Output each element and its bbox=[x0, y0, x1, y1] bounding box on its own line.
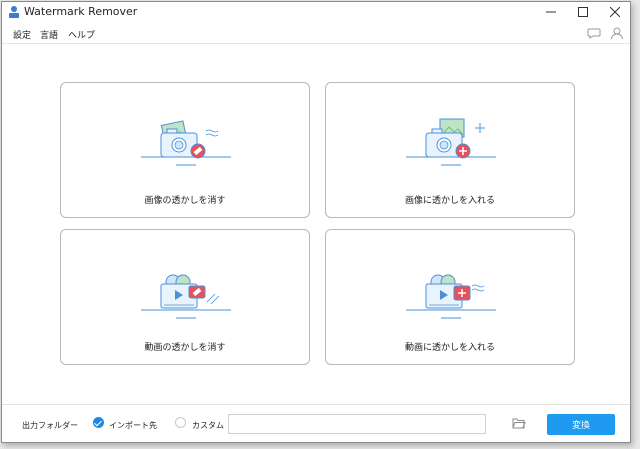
image-erase-icon bbox=[141, 120, 231, 166]
add-video-watermark-card[interactable]: 動画に透かしを入れる bbox=[325, 229, 575, 365]
app-logo-icon bbox=[9, 6, 19, 18]
import-destination-label[interactable]: インポート先 bbox=[109, 420, 157, 431]
card-label: 画像に透かしを入れる bbox=[404, 196, 495, 206]
menu-bar: 設定 言語 ヘルプ bbox=[2, 22, 630, 44]
minimize-icon bbox=[546, 11, 556, 13]
custom-radio[interactable] bbox=[175, 417, 186, 428]
close-button[interactable] bbox=[600, 2, 630, 22]
remove-video-watermark-card[interactable]: 動画の透かしを消す bbox=[60, 229, 310, 365]
close-icon bbox=[610, 7, 620, 17]
add-image-watermark-card[interactable]: 画像に透かしを入れる bbox=[325, 82, 575, 218]
video-add-icon bbox=[406, 274, 496, 319]
minimize-button[interactable] bbox=[536, 2, 566, 22]
menu-help[interactable]: ヘルプ bbox=[68, 28, 95, 41]
card-label: 画像の透かしを消す bbox=[144, 196, 226, 206]
maximize-icon bbox=[578, 7, 588, 17]
window-title: Watermark Remover bbox=[24, 5, 138, 18]
menu-language[interactable]: 言語 bbox=[40, 28, 58, 41]
card-label: 動画に透かしを入れる bbox=[404, 343, 495, 353]
remove-image-watermark-card[interactable]: 画像の透かしを消す bbox=[60, 82, 310, 218]
menu-settings[interactable]: 設定 bbox=[13, 28, 31, 41]
card-label: 動画の透かしを消す bbox=[144, 343, 226, 353]
custom-label[interactable]: カスタム bbox=[192, 420, 224, 431]
output-folder-label: 出力フォルダー bbox=[22, 421, 78, 430]
output-path-input[interactable] bbox=[228, 414, 486, 434]
title-bar: Watermark Remover bbox=[2, 2, 630, 22]
convert-button[interactable]: 変換 bbox=[547, 414, 615, 435]
feedback-chat-icon[interactable] bbox=[587, 26, 601, 40]
open-folder-icon[interactable] bbox=[512, 417, 526, 429]
image-add-icon bbox=[406, 118, 496, 166]
import-destination-radio[interactable] bbox=[93, 417, 104, 428]
maximize-button[interactable] bbox=[568, 2, 598, 22]
footer-bar: 出力フォルダー インポート先 カスタム 変換 bbox=[2, 404, 630, 442]
user-account-icon[interactable] bbox=[610, 26, 624, 40]
video-erase-icon bbox=[141, 274, 231, 319]
app-window: Watermark Remover 設定 言語 ヘルプ 画像の透かしを消す 画像… bbox=[1, 1, 631, 443]
